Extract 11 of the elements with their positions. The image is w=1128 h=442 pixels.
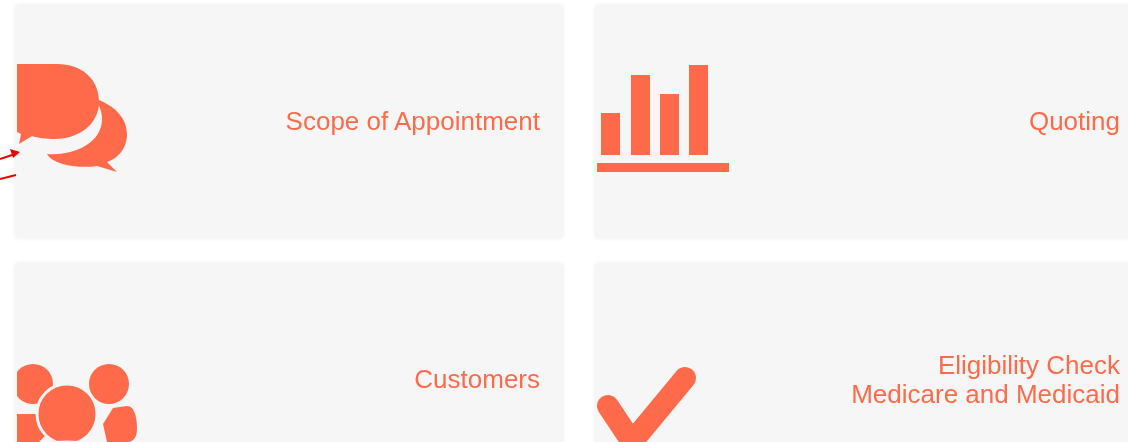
tile-label: Customers xyxy=(414,365,540,394)
bar-chart-icon xyxy=(597,64,729,173)
tile-card[interactable]: Customers xyxy=(15,263,563,442)
tile-label: Medicare and Medicaid xyxy=(851,379,1120,409)
tile-label: Eligibility Check xyxy=(937,350,1120,380)
tile-card[interactable]: Quoting xyxy=(595,5,1128,238)
tile-card[interactable]: Eligibility Check Medicare and Medicaid xyxy=(595,263,1128,442)
tile-label: Scope of Appointment xyxy=(285,107,540,136)
tile-label: Quoting xyxy=(1028,107,1120,136)
checkmark-icon xyxy=(597,365,699,442)
tile-card[interactable]: Scope of Appointment xyxy=(15,5,563,238)
